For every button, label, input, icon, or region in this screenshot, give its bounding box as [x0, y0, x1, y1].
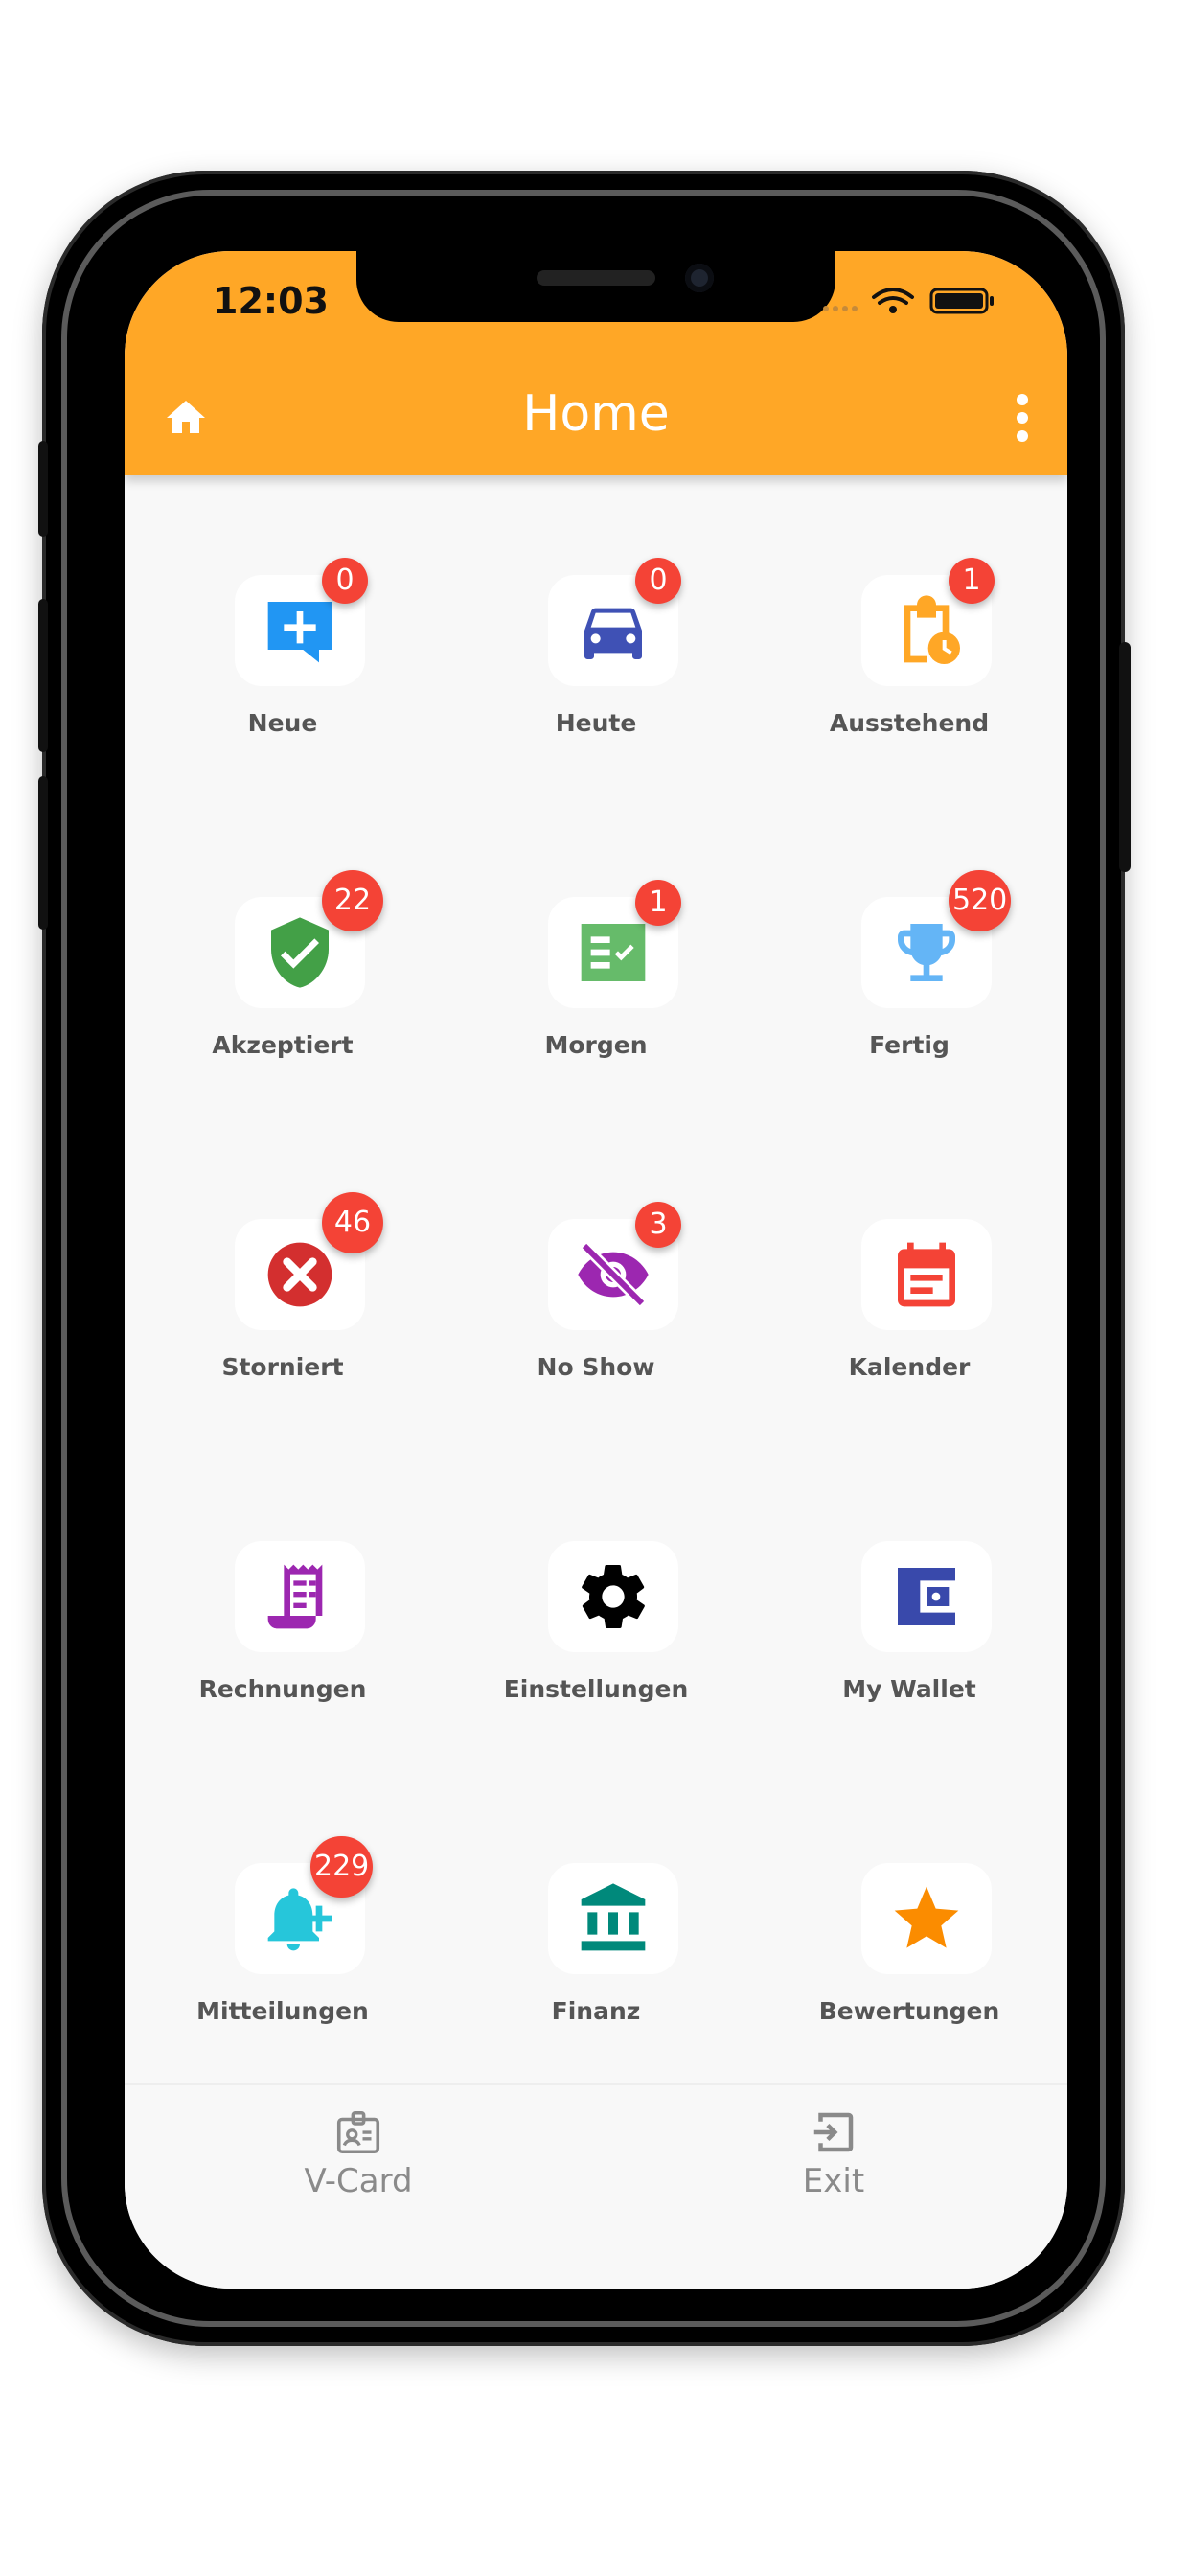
eye-off-icon: [578, 1241, 649, 1308]
mute-switch: [38, 441, 48, 537]
wallet-icon: [898, 1568, 955, 1625]
app-bar: 12:03 Home: [125, 251, 1067, 475]
tile-akzeptiert[interactable]: 22 Akzeptiert: [125, 870, 441, 1060]
tile-label: No Show: [537, 1353, 655, 1381]
badge-akzeptiert: 22: [322, 870, 383, 932]
trophy-icon: [898, 924, 955, 981]
calendar-icon: [898, 1242, 955, 1307]
receipt-icon: [267, 1564, 323, 1629]
tile-label: Storniert: [221, 1353, 344, 1381]
tile-label: Morgen: [544, 1031, 648, 1059]
nav-label: V-Card: [304, 2162, 413, 2200]
clipboard-clock-icon: [904, 595, 960, 664]
shield-check-icon: [271, 917, 329, 988]
cancel-circle-icon: [267, 1242, 332, 1307]
status-time: 12:03: [213, 280, 329, 322]
tile-label: Mitteilungen: [196, 1997, 369, 2025]
id-badge-icon: [336, 2110, 380, 2154]
tile-einstellungen[interactable]: Einstellungen: [438, 1541, 754, 1704]
tile-fertig[interactable]: 520 Fertig: [751, 870, 1067, 1060]
badge-storniert: 46: [322, 1192, 383, 1254]
icon-box: [861, 1219, 992, 1330]
nav-v-card[interactable]: V-Card: [263, 2106, 454, 2200]
tile-kalender[interactable]: Kalender: [751, 1219, 1067, 1382]
more-vert-icon[interactable]: [1016, 393, 1029, 443]
wifi-icon: [872, 288, 914, 305]
tile-mitteilungen[interactable]: 229 Mitteilungen: [125, 1836, 441, 2026]
icon-box: [235, 1541, 365, 1652]
power-button: [1119, 642, 1131, 872]
volume-up-button: [38, 599, 48, 752]
icon-box: [548, 1541, 678, 1652]
tile-label: Bewertungen: [818, 1997, 1000, 2025]
status-icons: [823, 288, 994, 314]
tile-heute[interactable]: 0 Heute: [438, 558, 754, 738]
tile-bewertungen[interactable]: Bewertungen: [751, 1863, 1067, 2026]
chat-plus-icon: [267, 602, 332, 663]
front-camera: [685, 264, 714, 292]
tile-label: Finanz: [551, 1997, 641, 2025]
badge-neue: 0: [322, 558, 368, 604]
tile-morgen[interactable]: 1 Morgen: [438, 880, 754, 1060]
tile-label: Einstellungen: [503, 1675, 689, 1703]
icon-box: [548, 1863, 678, 1974]
gear-icon: [582, 1565, 645, 1628]
icon-box: [861, 1541, 992, 1652]
tile-label: Heute: [555, 709, 637, 737]
tile-label: Neue: [247, 709, 318, 737]
icon-box: [861, 1863, 992, 1974]
badge-fertig: 520: [949, 870, 1012, 932]
notch: [356, 251, 835, 322]
car-icon: [584, 608, 642, 659]
tile-neue[interactable]: 0 Neue: [125, 558, 441, 738]
badge-morgen: 1: [635, 880, 681, 926]
page-title: Home: [522, 385, 670, 443]
bottom-nav: V-Card Exit: [125, 2083, 1067, 2288]
star-icon: [894, 1886, 959, 1948]
checklist-icon: [581, 924, 646, 981]
screen: 12:03 Home 0 Neue 0 Heute 1 Ausstehend 2…: [125, 251, 1067, 2288]
badge-heute: 0: [635, 558, 681, 604]
nav-exit[interactable]: Exit: [738, 2106, 929, 2200]
tile-label: My Wallet: [842, 1675, 976, 1703]
speaker: [537, 270, 655, 286]
tile-label: Kalender: [848, 1353, 971, 1381]
tile-label: Fertig: [869, 1031, 950, 1059]
tile-no-show[interactable]: 3 No Show: [438, 1202, 754, 1382]
bank-icon: [581, 1883, 646, 1951]
nav-label: Exit: [802, 2162, 865, 2200]
badge-no-show: 3: [635, 1202, 681, 1248]
tile-label: Rechnungen: [198, 1675, 367, 1703]
tile-ausstehend[interactable]: 1 Ausstehend: [751, 558, 1067, 738]
tile-rechnungen[interactable]: Rechnungen: [125, 1541, 441, 1704]
tile-finanz[interactable]: Finanz: [438, 1863, 754, 2026]
tile-storniert[interactable]: 46 Storniert: [125, 1192, 441, 1382]
battery-icon: [929, 288, 994, 314]
badge-mitteilungen: 229: [310, 1836, 374, 1898]
badge-ausstehend: 1: [949, 558, 995, 604]
volume-down-button: [38, 776, 48, 930]
tile-label: Akzeptiert: [212, 1031, 354, 1059]
tile-label: Ausstehend: [829, 709, 990, 737]
exit-icon: [813, 2112, 854, 2152]
tile-my-wallet[interactable]: My Wallet: [751, 1541, 1067, 1704]
